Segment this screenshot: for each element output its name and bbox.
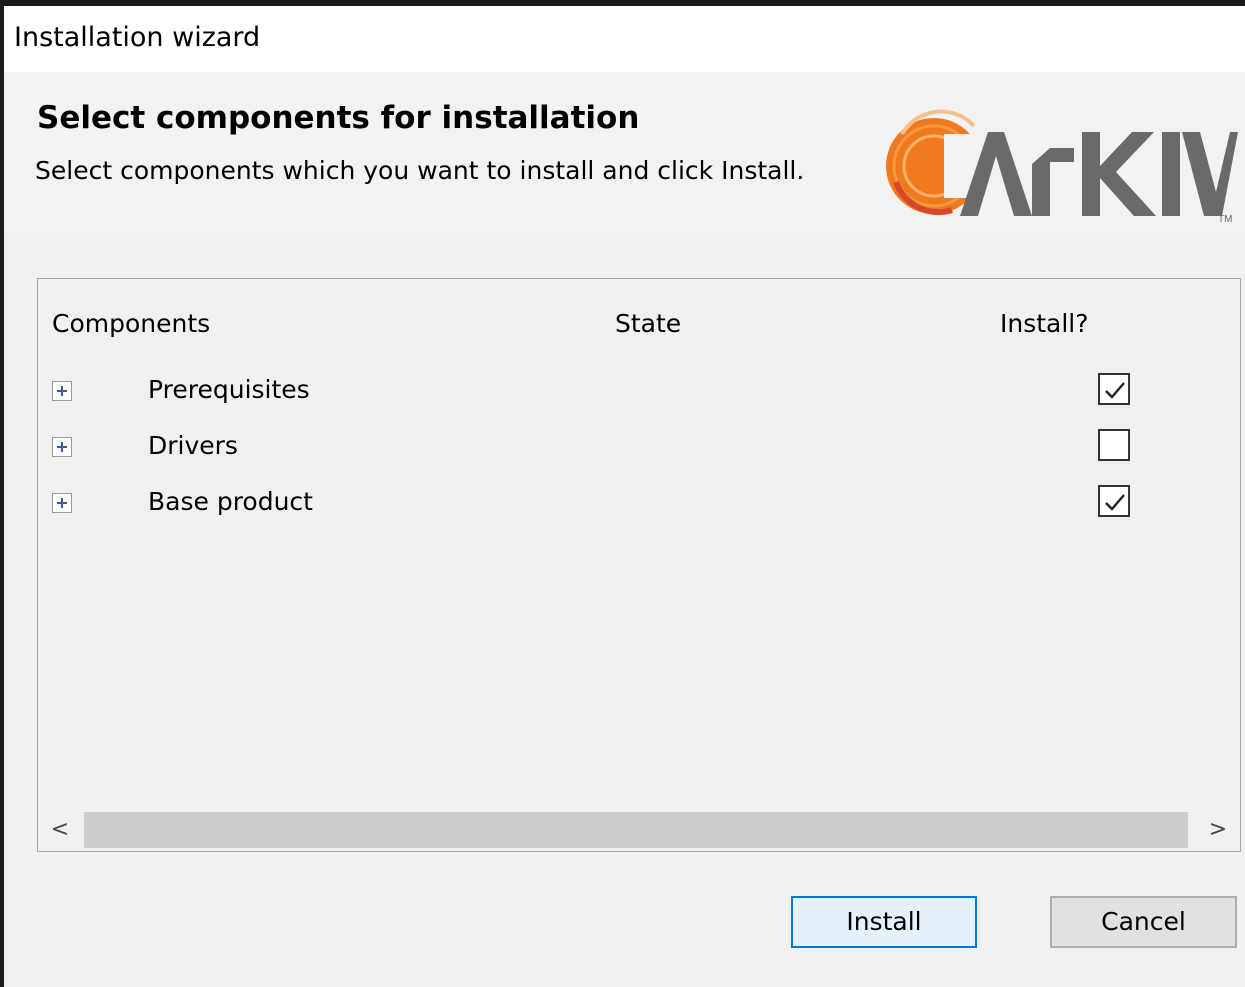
page-title: Select components for installation bbox=[37, 100, 640, 136]
horizontal-scrollbar[interactable]: < > bbox=[38, 809, 1240, 851]
scroll-left-button[interactable]: < bbox=[40, 817, 80, 842]
expand-plus-icon[interactable] bbox=[52, 381, 72, 401]
install-checkbox-drivers[interactable] bbox=[1098, 429, 1130, 461]
check-icon bbox=[1105, 382, 1125, 399]
arkiv-logo: TM bbox=[886, 109, 1238, 224]
column-header-state: State bbox=[615, 309, 682, 338]
check-icon bbox=[1105, 494, 1125, 511]
install-checkbox-prerequisites[interactable] bbox=[1098, 373, 1130, 405]
components-list: Components State Install? Prerequisites … bbox=[37, 278, 1241, 852]
scroll-right-button[interactable]: > bbox=[1198, 817, 1238, 842]
title-bar: Installation wizard bbox=[4, 6, 1245, 72]
expand-plus-icon[interactable] bbox=[52, 493, 72, 513]
cancel-button[interactable]: Cancel bbox=[1050, 896, 1237, 948]
component-row-prerequisites[interactable]: Prerequisites bbox=[38, 373, 1240, 429]
logo-tm: TM bbox=[1218, 214, 1232, 224]
install-checkbox-base-product[interactable] bbox=[1098, 485, 1130, 517]
component-label: Base product bbox=[148, 487, 313, 516]
window-title: Installation wizard bbox=[14, 22, 261, 53]
component-label: Prerequisites bbox=[148, 375, 310, 404]
page-subtitle: Select components which you want to inst… bbox=[35, 156, 805, 185]
component-row-drivers[interactable]: Drivers bbox=[38, 429, 1240, 485]
column-header-install: Install? bbox=[1000, 309, 1089, 338]
scrollbar-thumb[interactable] bbox=[84, 812, 1188, 848]
component-label: Drivers bbox=[148, 431, 238, 460]
wizard-header: Select components for installation Selec… bbox=[4, 72, 1245, 232]
column-header-components: Components bbox=[52, 309, 211, 338]
expand-plus-icon[interactable] bbox=[52, 437, 72, 457]
installation-wizard-window: Installation wizard Select components fo… bbox=[4, 6, 1245, 987]
component-row-base-product[interactable]: Base product bbox=[38, 485, 1240, 541]
arkiv-letters-icon bbox=[960, 132, 1238, 216]
install-button[interactable]: Install bbox=[791, 896, 977, 948]
